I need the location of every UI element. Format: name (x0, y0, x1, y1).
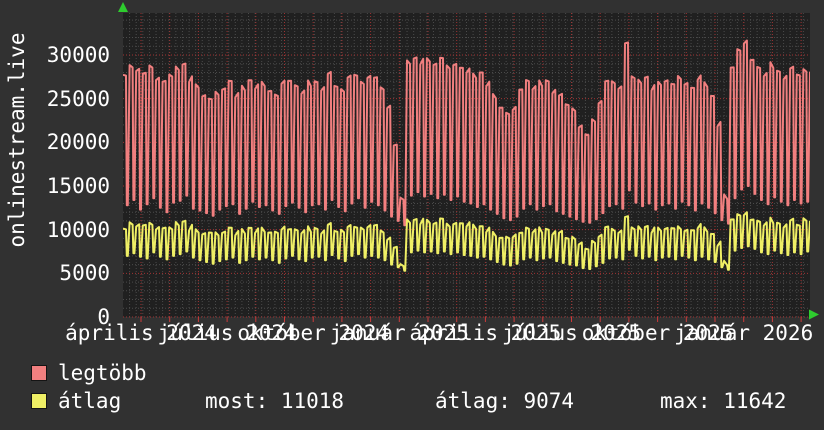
y-axis-arrow-icon (118, 2, 128, 12)
legend-swatch-atlag (31, 393, 47, 409)
y-tick-label: 15000 (46, 174, 110, 198)
stat-most: most: 11018 (205, 389, 345, 413)
y-tick-label: 5000 (59, 261, 110, 286)
y-tick-label: 30000 (46, 43, 110, 67)
legend-label-legtobb: legtöbb (58, 361, 147, 385)
x-axis-arrow-icon (809, 309, 819, 320)
graph-panel: onlinestream.live 30000 25000 20000 15000 10… (0, 0, 824, 430)
legend-swatch-legtobb (31, 365, 47, 381)
x-axis-tick-labels: április 2024 július 2024 október 2024 januá… (0, 321, 824, 347)
y-tick-label: 10000 (46, 217, 110, 242)
legend-row-atlag: átlag most: 11018 átlag: 9074 max: 11642 (0, 390, 824, 414)
legend-row-legtobb: legtöbb (0, 362, 824, 386)
stat-max: max: 11642 (660, 389, 787, 413)
y-tick-label: 20000 (46, 130, 110, 155)
y-tick-label: 25000 (46, 86, 110, 111)
x-axis-label: január 2026 (674, 321, 814, 345)
stat-atlag: átlag: 9074 (435, 389, 575, 413)
legend-label-atlag: átlag (58, 389, 122, 413)
